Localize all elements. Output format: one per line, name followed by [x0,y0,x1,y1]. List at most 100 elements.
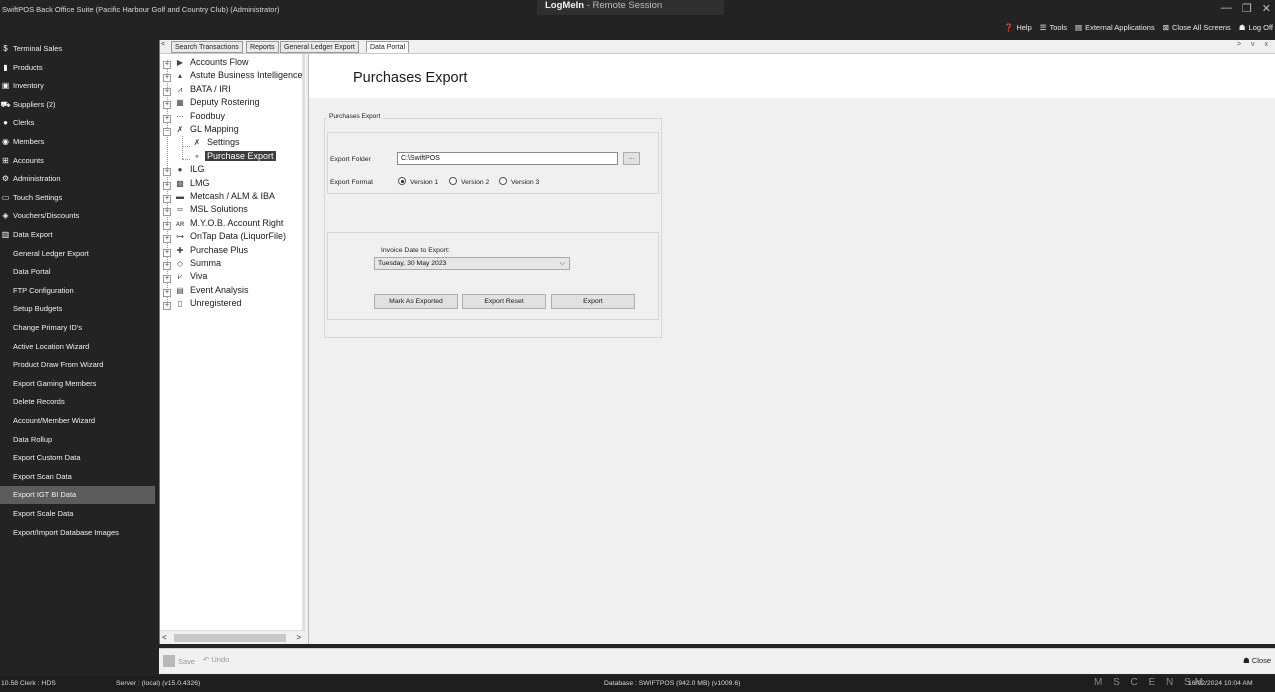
expand-icon[interactable]: + [163,74,171,83]
tab-general-ledger-export[interactable]: General Ledger Export [280,41,359,53]
tab-controls[interactable]: > v x [1237,41,1272,48]
save-button[interactable]: Save [163,655,195,667]
tree-node-event-analysis[interactable]: + ▤ Event Analysis [163,284,251,297]
expand-icon[interactable]: + [163,248,171,257]
undo-label: Undo [211,655,230,664]
sidebar-item-suppliers[interactable]: ⛟ Suppliers (2) [0,96,155,114]
sidebar-subitem-export-import-database-images[interactable]: Export/Import Database Images [0,524,155,542]
undo-button[interactable]: ↶ Undo [203,655,229,664]
invoice-date-select[interactable]: Tuesday, 30 May 2023 ⌵ [374,257,570,270]
tree-node-foodbuy[interactable]: + ⋯ Foodbuy [163,110,227,123]
sidebar-item-label: Members [13,137,45,146]
mark-as-exported-button[interactable]: Mark As Exported [374,294,458,309]
sidebar-subitem-data-rollup[interactable]: Data Rollup [0,431,155,449]
sidebar-subitem-setup-budgets[interactable]: Setup Budgets [0,300,155,318]
expand-icon[interactable]: + [163,221,171,230]
sidebar-subitem-export-igt-bi-data[interactable]: Export IGT BI Data [0,486,155,505]
collapse-icon[interactable]: − [163,128,171,136]
export-reset-button[interactable]: Export Reset [462,294,546,309]
scroll-left-icon[interactable]: < [162,633,167,642]
browse-folder-button[interactable]: ... [623,152,640,165]
close-all-screens-button[interactable]: ⊠ Close All Screens [1163,23,1231,32]
format-version-3-radio[interactable]: Version 3 [499,177,539,186]
sidebar-item-data-export[interactable]: ▥ Data Export [0,226,155,244]
tree-node-accounts-flow[interactable]: + ▶ Accounts Flow [163,56,251,69]
sidebar-item-administration[interactable]: ⚙ Administration [0,170,155,188]
expand-icon[interactable]: + [163,235,171,244]
expand-icon[interactable]: + [163,275,171,284]
tree-node-astute-business-intelligence[interactable]: + ▴ Astute Business Intelligence [163,69,305,83]
help-button[interactable]: ❓ Help [1004,23,1032,32]
sidebar-subitem-product-draw-from-wizard[interactable]: Product Draw From Wizard [0,356,155,374]
tab-reports[interactable]: Reports [246,41,279,53]
tree-node-deputy-rostering[interactable]: + ▦ Deputy Rostering [163,96,262,110]
expand-icon[interactable]: + [163,195,171,203]
tab-scroll-left-button[interactable]: < [161,41,165,48]
tree-node-ilg[interactable]: + ● ILG [163,163,207,177]
tab-search-transactions[interactable]: Search Transactions [171,41,243,53]
sidebar-item-inventory[interactable]: ▣ Inventory [0,77,155,95]
sidebar-item-vouchers-discounts[interactable]: ◈ Vouchers/Discounts [0,207,155,225]
sidebar-subitem-export-scan-data[interactable]: Export Scan Data [0,468,155,486]
expand-icon[interactable]: + [163,302,171,311]
sidebar-item-label: Data Export [13,230,53,239]
expand-icon[interactable]: + [163,87,171,96]
tools-button[interactable]: ☰ Tools [1040,23,1067,32]
sidebar-item-clerks[interactable]: ● Clerks [0,114,155,132]
expand-icon[interactable]: + [163,288,171,297]
export-folder-field[interactable]: C:\SwiftPOS [397,152,618,165]
tree-node-unregistered[interactable]: + ▯ Unregistered [163,297,244,311]
tools-icon: ✗ [176,125,184,134]
format-version-2-radio[interactable]: Version 2 [449,177,489,186]
close-window-button[interactable]: ✕ [1262,2,1271,15]
sidebar-subitem-change-primary-ids[interactable]: Change Primary ID's [0,319,155,337]
sidebar-item-accounts[interactable]: ⊞ Accounts [0,152,155,170]
expand-icon[interactable]: + [163,168,171,177]
log-off-button[interactable]: ☗ Log Off [1239,23,1273,32]
sidebar-subitem-account-member-wizard[interactable]: Account/Member Wizard [0,412,155,430]
tree-node-settings[interactable]: ✗ Settings [191,136,242,149]
expand-icon[interactable]: + [163,262,171,270]
expand-icon[interactable]: + [163,181,171,190]
tree-node-myob[interactable]: + ᴀʀ M.Y.O.B. Account Right [163,217,285,230]
accounts-icon: ⊞ [2,155,9,165]
sidebar-subitem-export-custom-data[interactable]: Export Custom Data [0,449,155,467]
export-button[interactable]: Export [551,294,635,309]
sidebar-subitem-active-location-wizard[interactable]: Active Location Wizard [0,338,155,356]
tree-node-bata-iri[interactable]: + ⩘ BATA / IRI [163,83,233,96]
tree-node-viva[interactable]: + ⩗ Viva [163,270,209,284]
expand-icon[interactable]: + [163,101,171,110]
tab-data-portal[interactable]: Data Portal [366,41,410,53]
scrollbar-thumb[interactable] [174,634,286,642]
tree-node-gl-mapping[interactable]: − ✗ GL Mapping [163,123,241,136]
tree-node-purchase-export[interactable]: ⚬ Purchase Export [191,150,276,163]
summa-icon: ◇ [176,259,184,268]
expand-icon[interactable]: + [163,208,171,217]
tree-node-summa[interactable]: + ◇ Summa [163,257,223,270]
close-button[interactable]: ☗ Close [1243,656,1271,665]
tree-node-lmg[interactable]: + ▩ LMG [163,177,212,190]
sidebar-item-members[interactable]: ◉ Members [0,133,155,151]
tree-horizontal-scrollbar[interactable]: < > [160,630,305,644]
minimize-button[interactable]: — [1221,2,1232,15]
maximize-button[interactable]: ❐ [1242,2,1252,15]
sidebar-subitem-data-portal[interactable]: Data Portal [0,263,155,281]
expand-icon[interactable]: + [163,61,171,69]
sidebar-subitem-delete-records[interactable]: Delete Records [0,393,155,411]
scroll-right-icon[interactable]: > [296,633,301,642]
format-version-1-radio[interactable]: Version 1 [398,177,438,186]
tree-node-ontap-data[interactable]: + ⊶ OnTap Data (LiquorFile) [163,230,288,244]
expand-icon[interactable]: + [163,114,171,123]
sidebar-item-products[interactable]: ▮ Products [0,59,155,77]
tree-node-msl-solutions[interactable]: + ═ MSL Solutions [163,203,250,217]
sidebar-subitem-ftp-configuration[interactable]: FTP Configuration [0,282,155,300]
sidebar-subitem-general-ledger-export[interactable]: General Ledger Export [0,245,155,263]
sidebar-subitem-export-gaming-members[interactable]: Export Gaming Members [0,375,155,393]
sidebar-item-touch-settings[interactable]: ▭ Touch Settings [0,189,155,207]
tree-node-metcash[interactable]: + ▬ Metcash / ALM & IBA [163,190,277,203]
external-applications-button[interactable]: ▤ External Applications [1075,23,1155,32]
sidebar-item-terminal-sales[interactable]: $ Terminal Sales [0,40,155,58]
tree-node-purchase-plus[interactable]: + ✚ Purchase Plus [163,244,250,257]
sidebar-subitem-export-scale-data[interactable]: Export Scale Data [0,505,155,523]
tree-node-label: Viva [190,271,208,282]
